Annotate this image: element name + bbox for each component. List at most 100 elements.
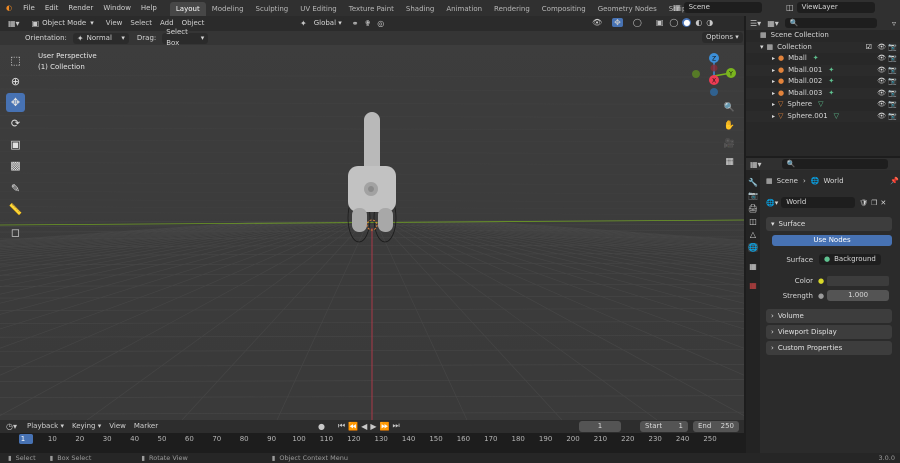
measure-tool-icon[interactable]: 📏 — [6, 200, 25, 219]
panel-custom-properties-header[interactable]: › Custom Properties — [766, 341, 892, 355]
surface-shader-field[interactable]: ● Background — [819, 254, 881, 265]
render-camera-icon[interactable]: 📷 — [888, 88, 897, 100]
outliner-editor-icon[interactable]: ☰▾ — [750, 19, 761, 28]
scene-selector[interactable]: Scene — [683, 2, 762, 13]
visibility-eye-icon[interactable]: 👁 — [877, 76, 886, 88]
scene-icon[interactable]: ▦ — [673, 3, 681, 12]
use-nodes-button[interactable]: Use Nodes — [772, 235, 892, 246]
visibility-eye-icon[interactable]: 👁 — [877, 65, 886, 77]
scene-tab-icon[interactable]: △ — [750, 230, 756, 239]
record-icon[interactable]: ● — [318, 422, 325, 431]
proportional-edit-icon[interactable]: ◎ — [377, 19, 384, 28]
properties-search-input[interactable]: 🔍 — [781, 159, 888, 169]
render-camera-icon[interactable]: 📷 — [888, 76, 897, 88]
timeline-editor-icon[interactable]: ◷▾ — [6, 422, 17, 431]
view-layer-icon[interactable]: ◫ — [786, 3, 794, 12]
select-box-tool-icon[interactable]: ⬚ — [6, 51, 25, 70]
menu-edit[interactable]: Edit — [40, 0, 64, 16]
menu-window[interactable]: Window — [98, 0, 136, 16]
navigation-gizmo[interactable]: Z Y X — [688, 52, 744, 100]
visibility-eye-icon[interactable]: 👁 — [877, 88, 886, 100]
outliner-collection[interactable]: ▾ ▦ Collection ☑ 👁 📷 — [746, 41, 900, 54]
metaball-data-icon[interactable]: ✦ — [813, 53, 819, 65]
options-dropdown[interactable]: Options ▾ — [702, 32, 743, 43]
mesh-data-icon[interactable]: ▽ — [834, 111, 839, 123]
strength-socket-icon[interactable]: ● — [818, 292, 824, 300]
viewport-menu-select[interactable]: Select — [126, 18, 156, 29]
properties-editor-icon[interactable]: ▦▾ — [750, 160, 762, 169]
tab-uv-editing[interactable]: UV Editing — [294, 2, 343, 16]
outliner-item[interactable]: ▸ ▽ Sphere ▽ 👁 📷 — [746, 99, 900, 111]
shading-rendered-icon[interactable]: ◑ — [706, 18, 713, 27]
mesh-data-icon[interactable]: ▽ — [818, 99, 823, 111]
outliner-item[interactable]: ▸ ● Mball.003 ✦ 👁 📷 — [746, 87, 900, 100]
panel-volume-header[interactable]: › Volume — [766, 309, 892, 323]
3d-object[interactable] — [338, 108, 408, 248]
pin-icon[interactable]: 📌 — [890, 177, 899, 185]
expand-arrow-icon[interactable]: ▸ — [772, 53, 775, 65]
outliner-search-input[interactable]: 🔍 — [784, 18, 877, 28]
visibility-icon[interactable]: 👁 — [592, 18, 602, 27]
current-frame-field[interactable]: 1 — [579, 421, 621, 432]
filter-display-icon[interactable]: ▦▾ — [767, 19, 779, 28]
orientation-dropdown[interactable]: ✦ Normal ▾ — [72, 32, 129, 44]
color-swatch[interactable] — [827, 275, 890, 286]
render-camera-icon[interactable]: 📷 — [888, 42, 897, 54]
outliner-item[interactable]: ▸ ● Mball ✦ 👁 📷 — [746, 53, 900, 65]
tab-geometry-nodes[interactable]: Geometry Nodes — [592, 2, 663, 16]
pan-hand-icon[interactable]: ✋ — [722, 118, 737, 133]
outliner-scene-collection[interactable]: ▦ Scene Collection — [746, 30, 900, 42]
tab-animation[interactable]: Animation — [440, 2, 488, 16]
timeline-menu-keying[interactable]: Keying ▾ — [68, 421, 105, 432]
tab-shading[interactable]: Shading — [400, 2, 440, 16]
rotate-tool-icon[interactable]: ⟳ — [6, 114, 25, 133]
timeline-menu-playback[interactable]: Playback ▾ — [23, 421, 68, 432]
expand-arrow-icon[interactable]: ▸ — [772, 88, 775, 100]
cursor-tool-icon[interactable]: ⊕ — [6, 72, 25, 91]
end-frame-field[interactable]: End 250 — [693, 421, 739, 432]
world-browse-icon[interactable]: 🌐▾ — [766, 199, 778, 207]
overlays-icon[interactable]: ◯ — [633, 18, 642, 27]
xray-icon[interactable]: ▣ — [656, 18, 664, 27]
editor-type-icon[interactable]: ▦▾ — [4, 18, 24, 29]
expand-arrow-icon[interactable]: ▸ — [772, 65, 775, 77]
tab-modeling[interactable]: Modeling — [206, 2, 250, 16]
scale-tool-icon[interactable]: ▣ — [6, 135, 25, 154]
pivot-icon[interactable]: ⚭ — [352, 19, 359, 28]
render-camera-icon[interactable]: 📷 — [888, 111, 897, 123]
transform-orientation-dropdown[interactable]: Global ▾ — [309, 18, 346, 29]
filter-icon[interactable]: ▿ — [892, 19, 896, 28]
menu-render[interactable]: Render — [63, 0, 98, 16]
drag-dropdown[interactable]: Select Box ▾ — [162, 28, 209, 47]
outliner-item[interactable]: ▸ ● Mball.002 ✦ 👁 📷 — [746, 76, 900, 88]
color-socket-icon[interactable]: ● — [818, 277, 824, 285]
metaball-data-icon[interactable]: ✦ — [828, 88, 834, 100]
transform-tool-icon[interactable]: ▩ — [6, 156, 25, 175]
unlink-icon[interactable]: ✕ — [880, 199, 886, 207]
tab-texture-paint[interactable]: Texture Paint — [343, 2, 400, 16]
ortho-toggle-icon[interactable]: ▦ — [722, 154, 737, 169]
output-tab-icon[interactable]: 🖨 — [748, 204, 758, 213]
strength-field[interactable]: 1.000 — [827, 290, 890, 301]
render-camera-icon[interactable]: 📷 — [888, 53, 897, 65]
outliner-item[interactable]: ▸ ● Mball.001 ✦ 👁 📷 — [746, 64, 900, 77]
render-camera-icon[interactable]: 📷 — [888, 65, 897, 77]
tab-rendering[interactable]: Rendering — [488, 2, 536, 16]
timeline-ruler[interactable]: 1 10 20 30 40 50 60 70 80 90 100 110 120 130 140 150 160… — [0, 433, 744, 445]
panel-surface-header[interactable]: ▾ Surface — [766, 217, 892, 231]
visibility-eye-icon[interactable]: 👁 — [877, 53, 886, 65]
prev-keyframe-icon[interactable]: ⏪ — [348, 422, 358, 431]
shading-solid-icon[interactable]: ● — [682, 18, 692, 27]
play-reverse-icon[interactable]: ◀ — [361, 422, 367, 431]
render-camera-icon[interactable]: 📷 — [888, 99, 897, 111]
add-cube-tool-icon[interactable]: ◻ — [6, 223, 25, 242]
move-tool-icon[interactable]: ✥ — [6, 93, 25, 112]
jump-start-icon[interactable]: ⏮ — [338, 421, 345, 431]
view-layer-selector[interactable]: ViewLayer — [796, 2, 875, 13]
jump-end-icon[interactable]: ⏭ — [392, 421, 399, 431]
metaball-data-icon[interactable]: ✦ — [828, 65, 834, 77]
visibility-eye-icon[interactable]: 👁 — [877, 111, 886, 123]
metaball-data-icon[interactable]: ✦ — [828, 76, 834, 88]
exclude-checkbox[interactable]: ☑ — [866, 42, 872, 54]
viewport-menu-view[interactable]: View — [102, 18, 127, 29]
